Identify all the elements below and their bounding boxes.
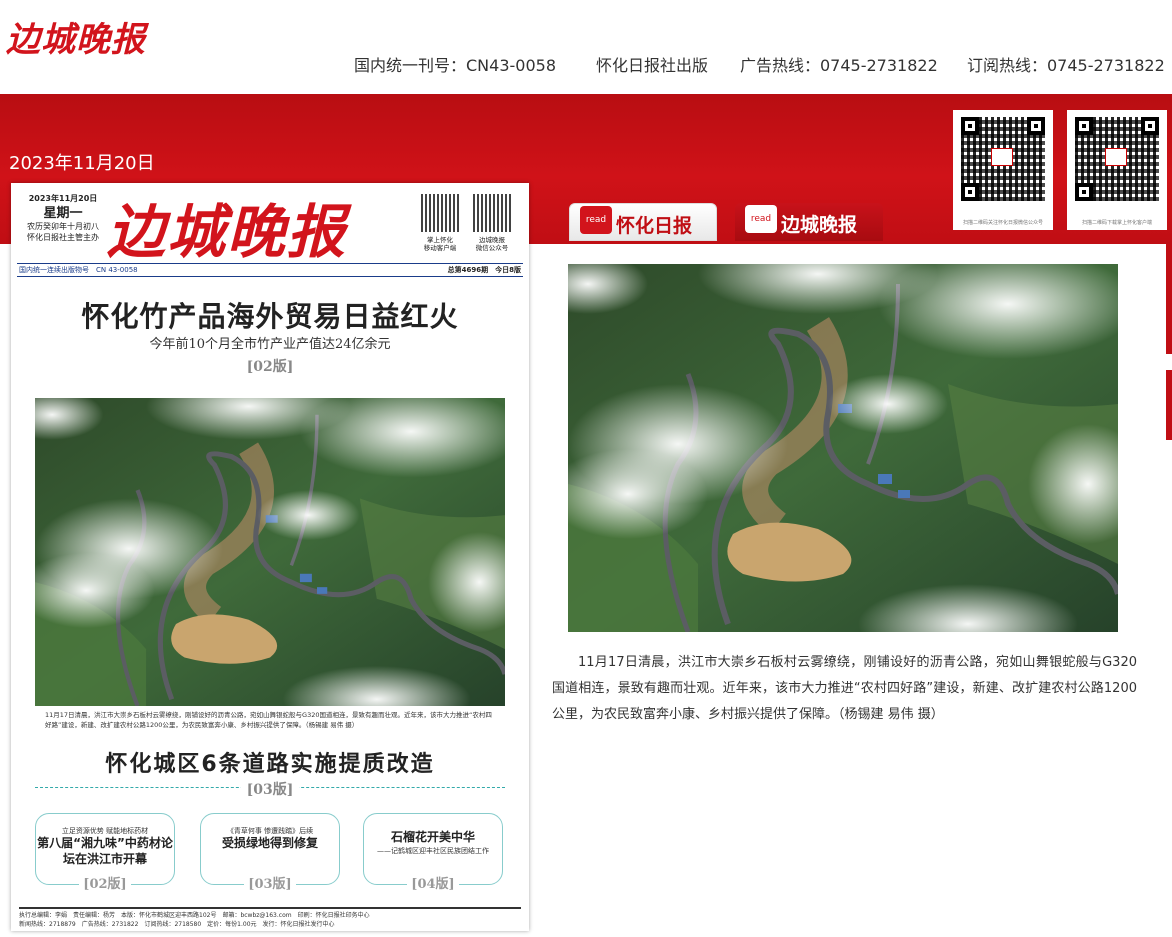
paper-footer: 执行总编辑：李娟 责任编辑：杨芳 本版：怀化市鹤城区迎丰西路102号 邮箱：bc… — [19, 907, 521, 929]
teaser-kicker: 立足资源优势 赋能地标药材 — [61, 827, 149, 835]
read-badge-icon: read — [745, 205, 777, 233]
teaser-title: 受损绿地得到修复 — [221, 836, 318, 850]
paper-date-box: 2023年11月20日 星期一 农历癸卯年十月初八 怀化日报社主管主办 — [27, 194, 99, 244]
subheadline-bamboo: 今年前10个月全市竹产业产值达24亿余元 — [149, 337, 391, 352]
qr-caption: 扫描二维码关注怀化日报微信公众号 — [962, 220, 1043, 226]
tab-huaihua-daily[interactable]: read 怀化日报 — [569, 203, 717, 241]
page-ref: [03版] — [201, 873, 339, 892]
teaser-kicker: 《青草何事 惨遭践踏》后续 — [226, 827, 314, 835]
front-photo[interactable] — [35, 398, 505, 706]
qr-code-icon — [421, 194, 459, 232]
teaser-box[interactable]: 《青草何事 惨遭践踏》后续 受损绿地得到修复 [03版] — [200, 813, 340, 892]
paper-masthead: 边城晚报 — [107, 198, 348, 266]
page-ref: [04版] — [364, 873, 502, 892]
divider — [17, 263, 523, 264]
tab-biancheng-evening[interactable]: read 边城晚报 — [735, 203, 883, 241]
headline-bamboo[interactable]: 怀化竹产品海外贸易日益红火 — [11, 295, 529, 335]
issn-text: 国内统一刊号：CN43-0058 — [354, 56, 556, 75]
teaser-title: 第八届“湘九味”中药材论坛在洪江市开幕 — [37, 836, 173, 866]
paper-weekday: 星期一 — [43, 205, 83, 221]
divider — [17, 276, 523, 277]
paper-info-strip: 国内统一连续出版物号 CN 43-0058 总第4696期 今日8版 — [19, 265, 521, 275]
tab-label: 边城晚报 — [781, 214, 858, 236]
newspaper-front-page[interactable]: 2023年11月20日 星期一 农历癸卯年十月初八 怀化日报社主管主办 边城晚报… — [11, 183, 529, 931]
headline-roads[interactable]: 怀化城区6条道路实施提质改造 — [11, 746, 529, 778]
teaser-box[interactable]: 立足资源优势 赋能地标药材 第八届“湘九味”中药材论坛在洪江市开幕 [02版] — [35, 813, 175, 892]
footer-line: 新闻热线：2718879 广告热线：2731822 订阅热线：2718580 定… — [19, 921, 335, 928]
teaser-box[interactable]: 石榴花开美中华 ——记鹤城区迎丰社区民族团结工作 [04版] — [363, 813, 503, 892]
qr-code-icon: 扫描二维码关注怀化日报微信公众号 — [953, 110, 1053, 230]
qr-caption: 扫描二维码下载掌上怀化客户端 — [1081, 220, 1152, 226]
site-logo[interactable]: 边城晚报 — [6, 12, 146, 61]
qr-code-icon — [473, 194, 511, 232]
ad-hotline-text: 广告热线：0745-2731822 — [740, 56, 938, 75]
qr-caption: 掌上怀化 移动客户端 — [423, 236, 457, 253]
paper-date: 2023年11月20日 — [28, 194, 98, 203]
qr-code-icon: 扫描二维码下载掌上怀化客户端 — [1067, 110, 1167, 230]
main-photo[interactable] — [568, 264, 1118, 632]
front-photo-caption: 11月17日清晨，洪江市大崇乡石板村云雾缭绕，刚铺设好的沥青公路，宛如山舞银蛇般… — [45, 711, 492, 729]
read-badge-icon: read — [580, 206, 612, 234]
footer-line: 执行总编辑：李娟 责任编辑：杨芳 本版：怀化市鹤城区迎丰西路102号 邮箱：bc… — [19, 912, 370, 919]
paper-lunar: 农历癸卯年十月初八 — [27, 222, 99, 232]
issue-date: 2023年11月20日 — [9, 153, 155, 174]
main-photo-caption: 11月17日清晨，洪江市大崇乡石板村云雾缭绕，刚铺设好的沥青公路，宛如山舞银蛇般… — [552, 655, 1137, 722]
paper-sponsor: 怀化日报社主管主办 — [27, 233, 99, 243]
teaser-title: 石榴花开美中华 — [390, 830, 475, 844]
qr-caption: 边城晚报 微信公众号 — [475, 236, 509, 253]
tab-label: 怀化日报 — [616, 215, 693, 237]
page-ref: [02版] — [36, 873, 174, 892]
page-ref: [03版] — [11, 779, 529, 799]
paper-issue-count: 总第4696期 今日8版 — [447, 266, 521, 274]
side-scroll-marker — [1166, 370, 1172, 440]
publisher-text: 怀化日报社出版 — [596, 56, 709, 75]
top-header: 边城晚报 国内统一刊号：CN43-0058 怀化日报社出版 广告热线：0745-… — [0, 0, 1172, 94]
page-ref: [02版] — [246, 359, 294, 375]
side-scroll-marker — [1166, 244, 1172, 354]
paper-serial: 国内统一连续出版物号 CN 43-0058 — [19, 266, 138, 274]
teaser-sub: ——记鹤城区迎丰社区民族团结工作 — [377, 846, 489, 855]
subscribe-hotline-text: 订阅热线：0745-2731822 — [967, 56, 1165, 75]
